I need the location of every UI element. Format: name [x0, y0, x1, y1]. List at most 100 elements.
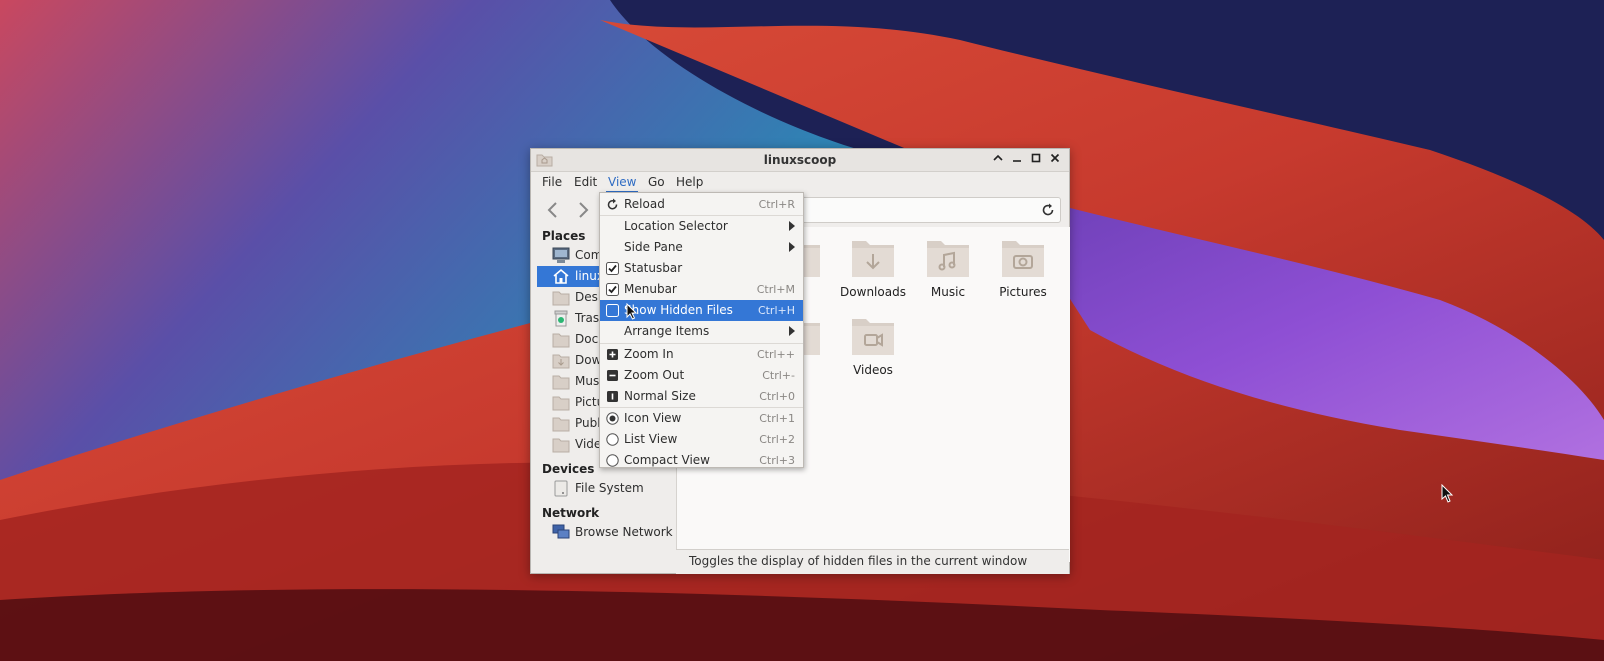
folder-music[interactable]: Music — [912, 235, 984, 299]
drive-icon — [554, 480, 568, 497]
back-arrow-icon — [547, 202, 557, 218]
menu-item-location-selector[interactable]: Location Selector — [600, 216, 803, 237]
menu-help[interactable]: Help — [674, 174, 705, 191]
menu-view[interactable]: View — [606, 174, 639, 193]
menu-bar: File Edit View Go Help — [531, 172, 1069, 193]
maximize-button[interactable] — [1027, 151, 1044, 168]
menu-item-label: Menubar — [624, 282, 677, 296]
menu-item-label: Compact View — [624, 453, 710, 467]
menu-edit[interactable]: Edit — [572, 174, 599, 191]
videos-folder-icon — [852, 319, 894, 355]
view-menu: Reload Ctrl+R Location Selector Side Pan… — [599, 192, 804, 468]
desktop-folder-icon — [552, 291, 570, 306]
network-icon — [552, 524, 570, 539]
menu-item-shortcut: Ctrl+M — [756, 283, 795, 296]
menu-item-shortcut: Ctrl++ — [756, 348, 795, 361]
file-name: Pictures — [999, 285, 1047, 299]
menu-item-side-pane[interactable]: Side Pane — [600, 237, 803, 258]
sidebar-item-label: Browse Network — [575, 525, 673, 539]
sidebar-item-label: File System — [575, 481, 644, 495]
radio-unselected-icon — [606, 433, 619, 446]
menu-item-label: Zoom In — [624, 347, 674, 361]
folder-downloads[interactable]: Downloads — [837, 235, 909, 299]
menu-item-label: Normal Size — [624, 389, 696, 403]
menu-item-icon-view[interactable]: Icon View Ctrl+1 — [600, 408, 803, 429]
menu-item-menubar[interactable]: Menubar Ctrl+M — [600, 279, 803, 300]
menu-item-reload[interactable]: Reload Ctrl+R — [600, 194, 803, 215]
menu-file[interactable]: File — [540, 174, 564, 191]
mouse-pointer-icon — [1441, 484, 1454, 503]
radio-selected-icon — [606, 412, 619, 425]
title-bar[interactable]: linuxscoop — [531, 149, 1069, 172]
menu-item-label: Reload — [624, 197, 665, 211]
file-name: Music — [930, 285, 966, 299]
menu-item-compact-view[interactable]: Compact View Ctrl+3 — [600, 450, 803, 471]
zoom-out-icon — [607, 370, 618, 381]
menu-item-shortcut: Ctrl+0 — [759, 390, 795, 403]
music-folder-icon — [552, 375, 570, 390]
menu-item-arrange-items[interactable]: Arrange Items — [600, 321, 803, 342]
downloads-folder-icon — [852, 241, 894, 277]
menu-item-label: Show Hidden Files — [624, 303, 733, 317]
minimize-button[interactable] — [1008, 151, 1025, 168]
chevron-up-icon — [992, 154, 1003, 161]
menu-item-shortcut: Ctrl+3 — [759, 454, 795, 467]
menu-item-label: Arrange Items — [624, 324, 710, 338]
home-icon — [553, 268, 569, 284]
zoom-in-icon — [607, 349, 618, 360]
file-name: Downloads — [840, 285, 906, 299]
forward-arrow-icon — [579, 202, 589, 218]
forward-button[interactable] — [571, 198, 595, 222]
sidebar-item-file-system[interactable]: File System — [537, 478, 675, 499]
checkbox-unchecked-icon — [606, 304, 619, 317]
menu-item-statusbar[interactable]: Statusbar — [600, 258, 803, 279]
shade-button[interactable] — [989, 151, 1006, 168]
menu-item-shortcut: Ctrl+2 — [759, 433, 795, 446]
pictures-folder-icon — [552, 396, 570, 411]
menu-item-list-view[interactable]: List View Ctrl+2 — [600, 429, 803, 450]
videos-folder-icon — [552, 438, 570, 453]
folder-videos[interactable]: Videos — [837, 313, 909, 377]
menu-item-label: Side Pane — [624, 240, 683, 254]
status-text: Toggles the display of hidden files in t… — [689, 554, 1028, 568]
location-bar[interactable] — [767, 197, 1061, 223]
checkbox-checked-icon — [606, 262, 619, 275]
menu-item-shortcut: Ctrl+- — [762, 369, 795, 382]
pictures-folder-icon — [1002, 241, 1044, 277]
menu-item-shortcut: Ctrl+R — [758, 198, 795, 211]
file-name: Videos — [853, 363, 893, 377]
public-folder-icon — [552, 417, 570, 432]
downloads-folder-icon — [552, 354, 570, 369]
menu-item-shortcut: Ctrl+H — [757, 304, 795, 317]
close-icon — [1050, 153, 1059, 163]
menu-item-normal-size[interactable]: Normal Size Ctrl+0 — [600, 386, 803, 407]
network-header: Network — [542, 506, 600, 520]
menu-item-zoom-in[interactable]: Zoom In Ctrl++ — [600, 344, 803, 365]
reload-icon — [607, 198, 618, 210]
menu-go[interactable]: Go — [646, 174, 667, 191]
close-button[interactable] — [1046, 151, 1063, 168]
trash-icon — [554, 310, 568, 327]
mouse-pointer-icon — [626, 303, 638, 320]
maximize-icon — [1031, 153, 1040, 163]
back-button[interactable] — [541, 198, 565, 222]
menu-item-shortcut: Ctrl+1 — [759, 412, 795, 425]
menu-item-label: List View — [624, 432, 678, 446]
status-bar: Toggles the display of hidden files in t… — [676, 549, 1069, 574]
submenu-arrow-icon — [789, 221, 795, 231]
minimize-icon — [1012, 160, 1021, 162]
submenu-arrow-icon — [789, 326, 795, 336]
music-folder-icon — [927, 241, 969, 277]
folder-pictures[interactable]: Pictures — [987, 235, 1059, 299]
menu-item-zoom-out[interactable]: Zoom Out Ctrl+- — [600, 365, 803, 386]
sidebar-item-browse-network[interactable]: Browse Network — [537, 522, 675, 543]
computer-icon — [552, 247, 570, 263]
radio-unselected-icon — [606, 454, 619, 467]
zoom-normal-icon — [607, 391, 618, 402]
reload-icon[interactable] — [1040, 202, 1056, 218]
devices-header: Devices — [542, 462, 595, 476]
menu-item-label: Zoom Out — [624, 368, 685, 382]
submenu-arrow-icon — [789, 242, 795, 252]
documents-folder-icon — [552, 333, 570, 348]
checkbox-checked-icon — [606, 283, 619, 296]
